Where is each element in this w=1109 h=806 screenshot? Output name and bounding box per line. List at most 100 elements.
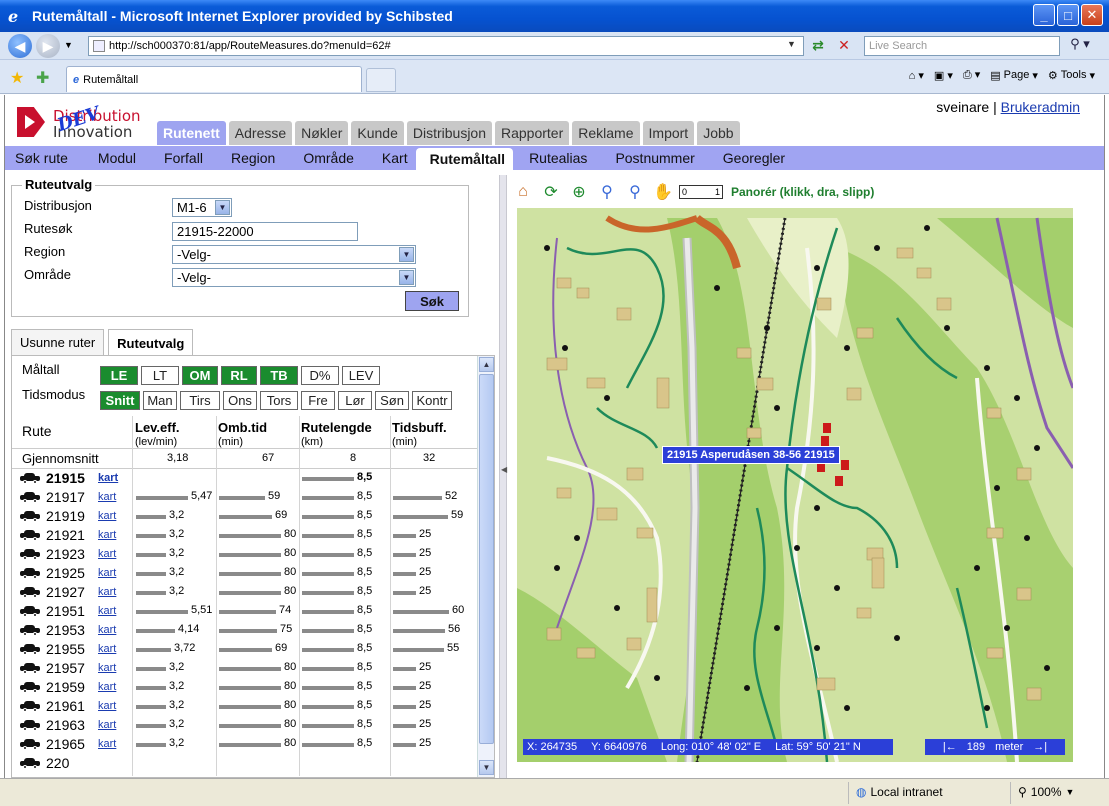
route-map[interactable]: 21915 Asperudåsen 38-56 21915 X: 264735 … bbox=[517, 208, 1073, 762]
security-zone[interactable]: ◍ Local intranet bbox=[856, 785, 943, 799]
omrade-select[interactable]: -Velg- ▼ bbox=[172, 268, 416, 287]
refresh-icon[interactable]: ⇄ bbox=[808, 37, 828, 55]
route-id[interactable]: 21915 bbox=[46, 470, 85, 486]
tidsmodus-button-man[interactable]: Man bbox=[143, 391, 177, 410]
main-tab-kunde[interactable]: Kunde bbox=[351, 121, 404, 145]
table-row[interactable]: 21927 kart 3,2 80 8,5 25 bbox=[12, 583, 478, 602]
kart-link[interactable]: kart bbox=[98, 700, 116, 712]
route-id[interactable]: 21953 bbox=[46, 622, 85, 638]
measure-icon[interactable]: 01 bbox=[679, 185, 723, 199]
brukeradmin-link[interactable]: Brukeradmin bbox=[1001, 99, 1080, 115]
table-row[interactable]: 21917 kart 5,47 59 8,5 52 bbox=[12, 488, 478, 507]
subnav-item-4[interactable]: Område bbox=[283, 146, 362, 170]
feeds-icon[interactable]: ▣ ▾ bbox=[934, 69, 953, 82]
subnav-item-0[interactable]: Søk rute bbox=[5, 146, 76, 170]
table-row[interactable]: 21961 kart 3,2 80 8,5 25 bbox=[12, 697, 478, 716]
subnav-item-1[interactable]: Modul bbox=[76, 146, 144, 170]
route-id[interactable]: 21959 bbox=[46, 679, 85, 695]
subnav-item-2[interactable]: Forfall bbox=[144, 146, 211, 170]
zoom-out-icon[interactable]: ⚲ bbox=[595, 180, 619, 204]
table-row[interactable]: 21915 kart 8,5 bbox=[12, 469, 478, 488]
subnav-item-9[interactable]: Georegler bbox=[703, 146, 793, 170]
kart-link[interactable]: kart bbox=[98, 491, 116, 503]
main-tab-rutenett[interactable]: Rutenett bbox=[157, 121, 226, 145]
map-canvas[interactable] bbox=[517, 208, 1073, 762]
route-id[interactable]: 21955 bbox=[46, 641, 85, 657]
tidsmodus-button-tirs[interactable]: Tirs bbox=[180, 391, 220, 410]
refresh-map-icon[interactable]: ⟳ bbox=[539, 180, 563, 204]
table-row[interactable]: 21925 kart 3,2 80 8,5 25 bbox=[12, 564, 478, 583]
main-tab-nøkler[interactable]: Nøkler bbox=[295, 121, 349, 145]
main-tab-reklame[interactable]: Reklame bbox=[572, 121, 640, 145]
maximize-button[interactable]: □ bbox=[1057, 4, 1079, 26]
table-row[interactable]: 21923 kart 3,2 80 8,5 25 bbox=[12, 545, 478, 564]
home-icon[interactable]: ⌂ bbox=[511, 180, 535, 204]
address-dropdown-icon[interactable]: ▼ bbox=[787, 39, 801, 53]
maltall-button-le[interactable]: LE bbox=[100, 366, 138, 385]
kart-link[interactable]: kart bbox=[98, 529, 116, 541]
route-id[interactable]: 21957 bbox=[46, 660, 85, 676]
table-row[interactable]: 21957 kart 3,2 80 8,5 25 bbox=[12, 659, 478, 678]
route-id[interactable]: 21923 bbox=[46, 546, 85, 562]
main-tab-jobb[interactable]: Jobb bbox=[697, 121, 740, 145]
zoom-extent-icon[interactable]: ⊕ bbox=[567, 180, 591, 204]
route-id[interactable]: 21965 bbox=[46, 736, 85, 752]
new-tab-button[interactable] bbox=[366, 68, 396, 92]
route-id[interactable]: 21925 bbox=[46, 565, 85, 581]
panel-scrollbar[interactable]: ▲ ▼ bbox=[477, 356, 494, 777]
route-id[interactable]: 21927 bbox=[46, 584, 85, 600]
route-id[interactable]: 220 bbox=[46, 755, 69, 771]
kart-link[interactable]: kart bbox=[98, 662, 116, 674]
window-title-bar[interactable]: e Rutemåltall - Microsoft Internet Explo… bbox=[0, 0, 1109, 32]
history-dropdown-icon[interactable]: ▼ bbox=[64, 40, 73, 50]
kart-link[interactable]: kart bbox=[98, 643, 116, 655]
stop-icon[interactable]: ✕ bbox=[834, 37, 854, 55]
table-row[interactable]: 21965 kart 3,2 80 8,5 25 bbox=[12, 735, 478, 754]
scroll-thumb[interactable] bbox=[479, 374, 494, 744]
table-row[interactable]: 21921 kart 3,2 80 8,5 25 bbox=[12, 526, 478, 545]
table-row[interactable]: 21919 kart 3,2 69 8,5 59 bbox=[12, 507, 478, 526]
close-button[interactable]: ✕ bbox=[1081, 4, 1103, 26]
subnav-item-6[interactable]: Rutemåltall bbox=[415, 148, 514, 170]
main-tab-import[interactable]: Import bbox=[642, 121, 695, 145]
page-menu[interactable]: ▤ Page ▾ bbox=[990, 69, 1038, 82]
kart-link[interactable]: kart bbox=[98, 719, 116, 731]
zoom-control[interactable]: ⚲ 100% ▼ bbox=[1018, 785, 1074, 799]
maltall-button-lev[interactable]: LEV bbox=[342, 366, 380, 385]
route-id[interactable]: 21963 bbox=[46, 717, 85, 733]
tidsmodus-button-fre[interactable]: Fre bbox=[301, 391, 335, 410]
forward-button[interactable]: ▶ bbox=[36, 34, 60, 58]
distribusjon-select[interactable]: M1-6 ▼ bbox=[172, 198, 232, 217]
maltall-button-om[interactable]: OM bbox=[182, 366, 218, 385]
route-id[interactable]: 21917 bbox=[46, 489, 85, 505]
kart-link[interactable]: kart bbox=[98, 681, 116, 693]
table-row[interactable]: 21953 kart 4,14 75 8,5 56 bbox=[12, 621, 478, 640]
subnav-item-5[interactable]: Kart bbox=[362, 146, 416, 170]
region-select[interactable]: -Velg- ▼ bbox=[172, 245, 416, 264]
maltall-button-lt[interactable]: LT bbox=[141, 366, 179, 385]
maltall-button-tb[interactable]: TB bbox=[260, 366, 298, 385]
back-button[interactable]: ◀ bbox=[8, 34, 32, 58]
main-tab-distribusjon[interactable]: Distribusjon bbox=[406, 121, 492, 145]
tidsmodus-button-snitt[interactable]: Snitt bbox=[100, 391, 140, 410]
tools-menu[interactable]: ⚙ Tools ▾ bbox=[1048, 69, 1095, 82]
table-row[interactable]: 21959 kart 3,2 80 8,5 25 bbox=[12, 678, 478, 697]
kart-link[interactable]: kart bbox=[98, 472, 118, 484]
table-row[interactable]: 21955 kart 3,72 69 8,5 55 bbox=[12, 640, 478, 659]
table-row[interactable]: 21951 kart 5,51 74 8,5 60 bbox=[12, 602, 478, 621]
rutesok-input[interactable]: 21915-22000 bbox=[172, 222, 358, 241]
address-bar[interactable]: http://sch000370:81/app/RouteMeasures.do… bbox=[88, 36, 804, 56]
tidsmodus-button-ons[interactable]: Ons bbox=[223, 391, 257, 410]
route-id[interactable]: 21961 bbox=[46, 698, 85, 714]
tidsmodus-button-lør[interactable]: Lør bbox=[338, 391, 372, 410]
main-tab-rapporter[interactable]: Rapporter bbox=[495, 121, 570, 145]
kart-link[interactable]: kart bbox=[98, 624, 116, 636]
pan-hand-icon[interactable]: ✋ bbox=[651, 180, 675, 204]
table-row[interactable]: 220 bbox=[12, 754, 478, 773]
kart-link[interactable]: kart bbox=[98, 548, 116, 560]
subnav-item-8[interactable]: Postnummer bbox=[595, 146, 702, 170]
live-search-input[interactable]: Live Search bbox=[864, 36, 1060, 56]
sok-button[interactable]: Søk bbox=[405, 291, 459, 311]
tidsmodus-button-søn[interactable]: Søn bbox=[375, 391, 409, 410]
tidsmodus-button-kontr[interactable]: Kontr bbox=[412, 391, 452, 410]
